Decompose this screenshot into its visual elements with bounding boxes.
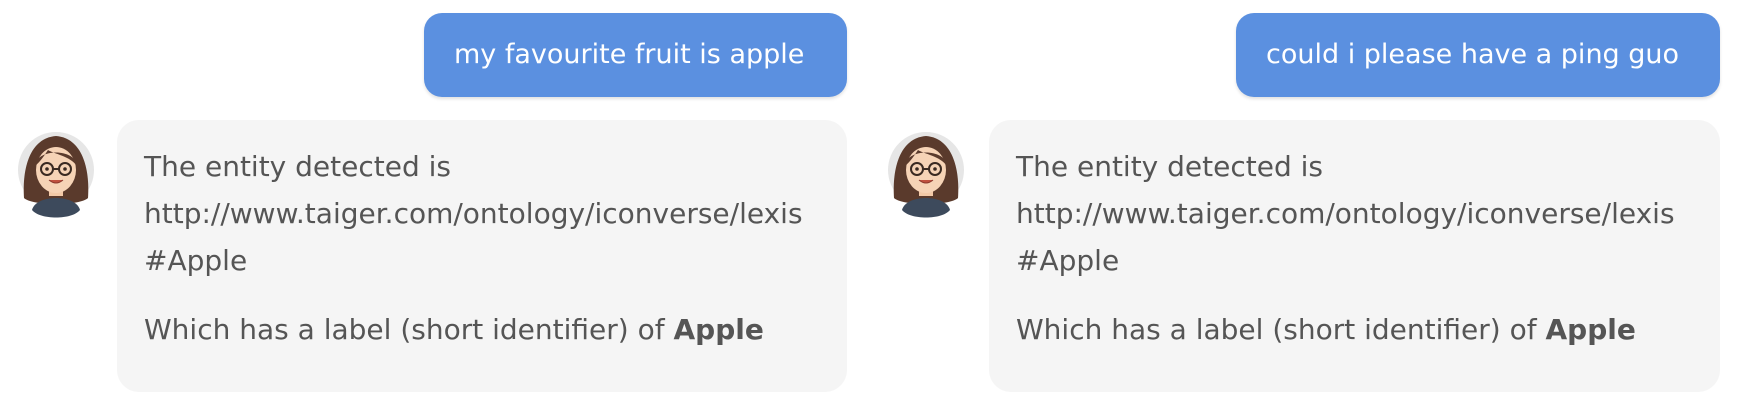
bot-entity-text: The entity detected is	[1016, 150, 1324, 183]
bot-message-bubble: The entity detected is http://www.taiger…	[989, 120, 1720, 392]
bot-label-prefix: Which has a label (short identifier) of	[1016, 313, 1546, 346]
bot-message-bubble: The entity detected is http://www.taiger…	[117, 120, 847, 392]
bot-entity-text: The entity detected is	[144, 150, 452, 183]
bot-entity-url: http://www.taiger.com/ontology/iconverse…	[144, 197, 803, 277]
user-message-bubble: my favourite fruit is apple	[424, 13, 847, 97]
bot-avatar-icon	[884, 128, 968, 222]
bot-entity-url: http://www.taiger.com/ontology/iconverse…	[1016, 197, 1675, 277]
bot-label-value: Apple	[673, 313, 764, 346]
bot-avatar-icon	[14, 128, 98, 222]
bot-label-line: Which has a label (short identifier) of …	[1016, 306, 1694, 353]
user-message-bubble: could i please have a ping guo	[1236, 13, 1720, 97]
chat-comparison: my favourite fruit is apple The entity d…	[0, 0, 1764, 410]
bot-label-value: Apple	[1545, 313, 1636, 346]
conversation-panel-2: could i please have a ping guo The entit…	[870, 0, 1730, 410]
bot-label-line: Which has a label (short identifier) of …	[144, 306, 821, 353]
bot-label-prefix: Which has a label (short identifier) of	[144, 313, 674, 346]
conversation-panel-1: my favourite fruit is apple The entity d…	[0, 0, 860, 410]
